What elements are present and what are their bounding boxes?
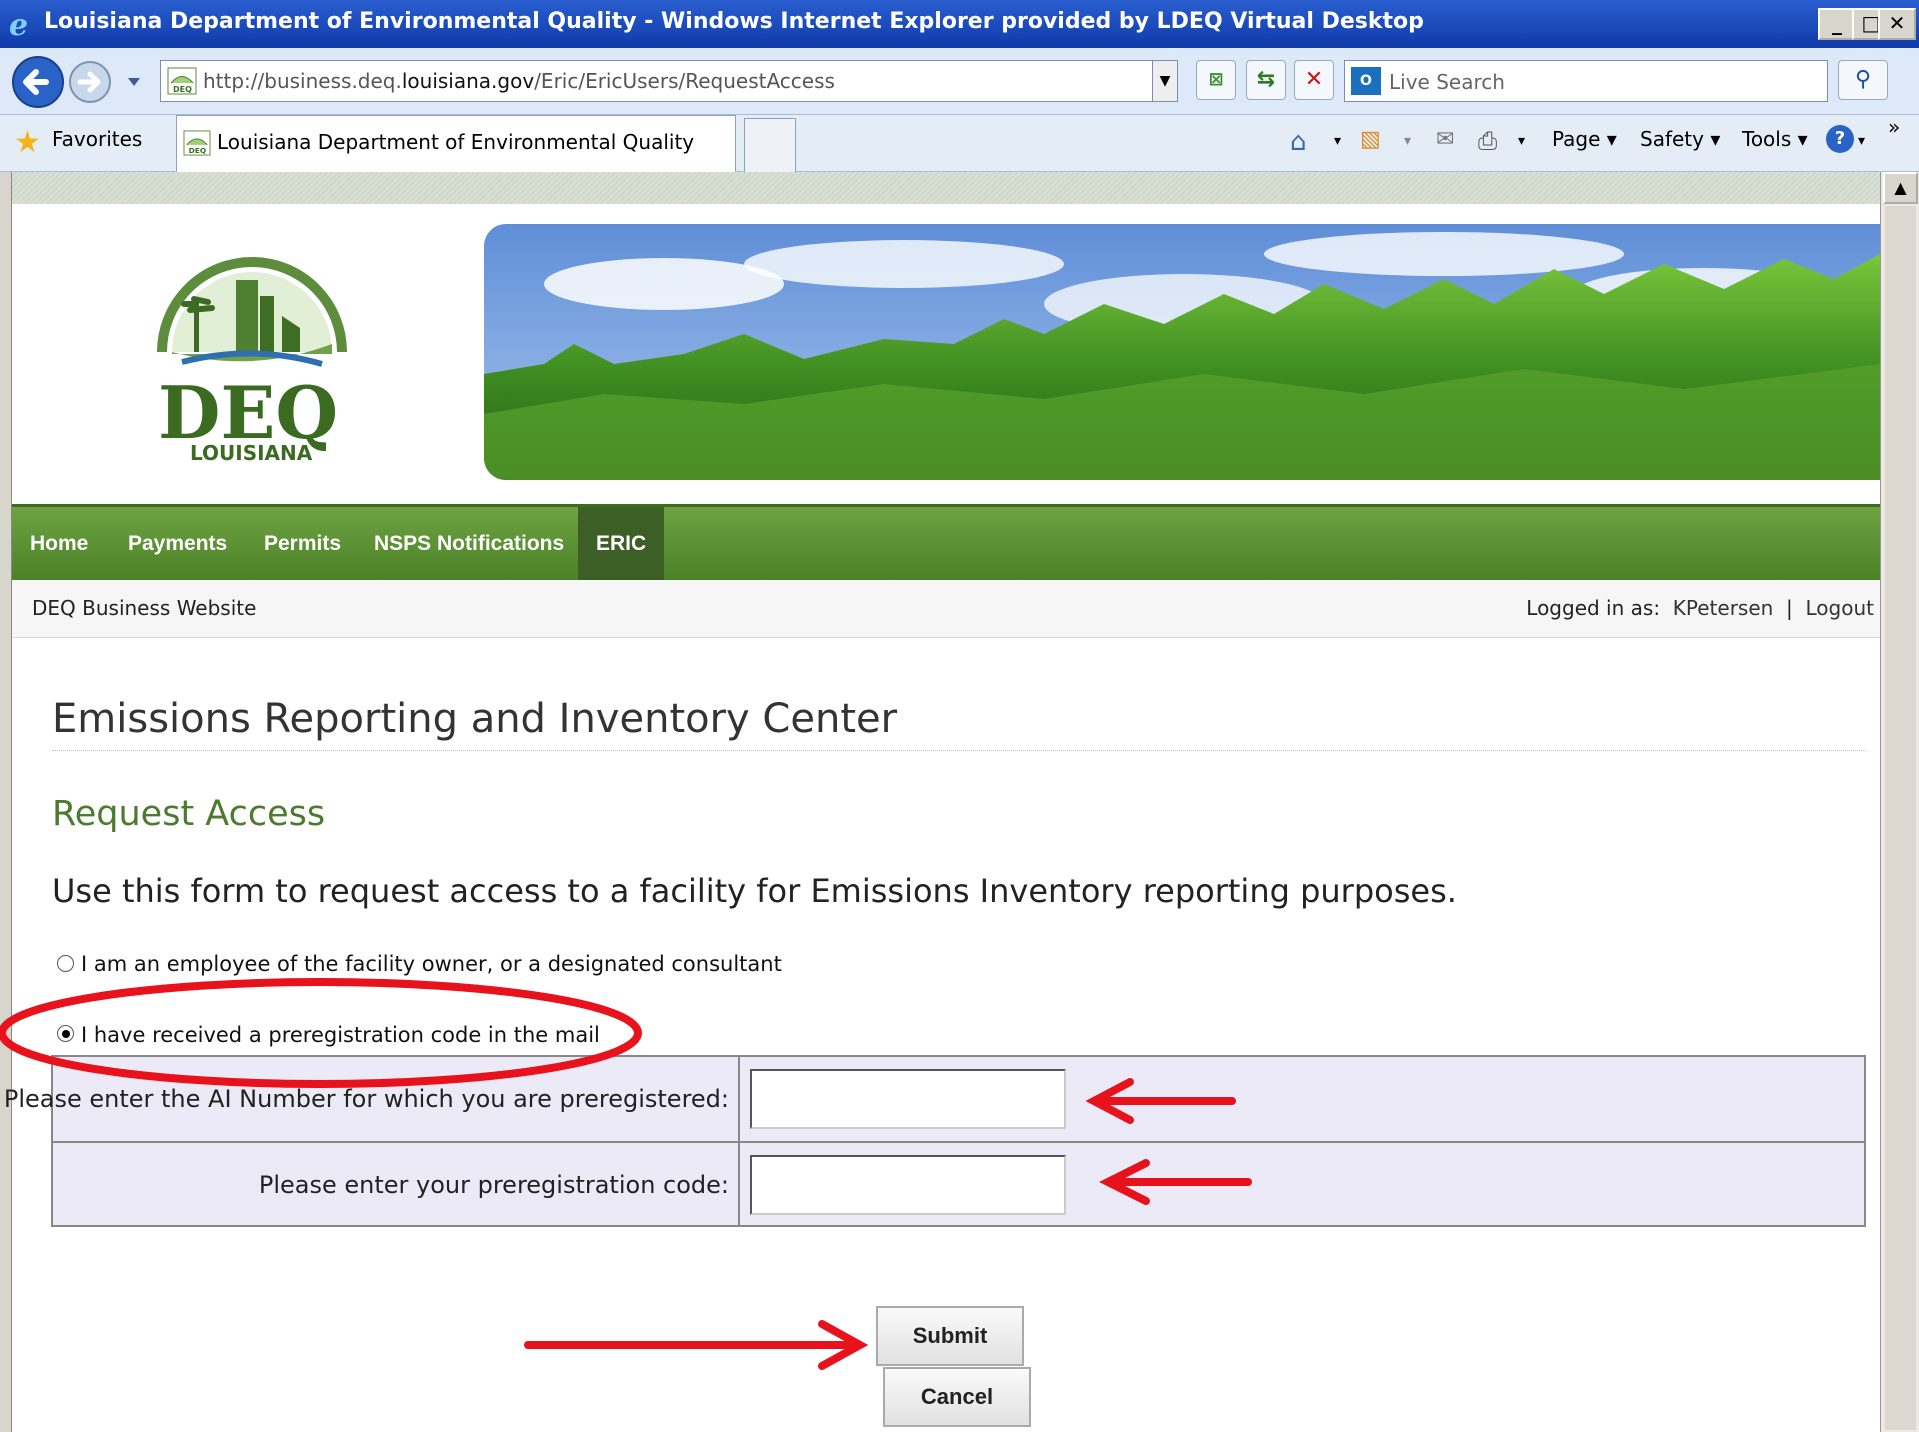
section-title: Request Access: [52, 794, 326, 834]
table-row-divider: [53, 1141, 1864, 1143]
vertical-scrollbar[interactable]: ▲: [1880, 172, 1919, 1432]
intro-text: Use this form to request access to a fac…: [52, 872, 1457, 910]
home-dropdown-icon[interactable]: ▾: [1334, 133, 1341, 149]
site-subheader: DEQ Business Website Logged in as: KPete…: [12, 580, 1880, 638]
scroll-up-arrow-icon[interactable]: ▲: [1883, 172, 1918, 204]
nav-home[interactable]: Home: [12, 507, 106, 580]
main-navigation: Home Payments Permits NSPS Notifications…: [12, 504, 1880, 580]
cancel-button[interactable]: Cancel: [883, 1367, 1031, 1427]
stop-icon[interactable]: ✕: [1294, 60, 1334, 100]
live-search-provider-icon: O: [1351, 67, 1381, 95]
browser-tab[interactable]: DEQ Louisiana Department of Environmenta…: [176, 115, 736, 172]
nav-nsps-notifications[interactable]: NSPS Notifications: [356, 507, 582, 580]
username-link[interactable]: KPetersen: [1673, 596, 1774, 620]
page-top-hatch: [12, 172, 1880, 204]
radio-employee-label[interactable]: I am an employee of the facility owner, …: [81, 952, 782, 976]
window-title: Louisiana Department of Environmental Qu…: [44, 9, 1424, 34]
browser-navigation-bar: DEQ http://business.deq.louisiana.gov/Er…: [0, 48, 1919, 115]
radio-preregistration-option[interactable]: [57, 1025, 74, 1042]
ai-number-label: Please enter the AI Number for which you…: [3, 1085, 729, 1113]
tab-favicon: DEQ: [183, 130, 211, 156]
ai-number-input[interactable]: [750, 1069, 1066, 1129]
favorites-button[interactable]: Favorites: [52, 127, 142, 151]
radio-employee-option[interactable]: [57, 955, 74, 972]
print-dropdown-icon[interactable]: ▾: [1518, 133, 1525, 149]
feeds-icon[interactable]: ▧: [1360, 127, 1381, 152]
site-favicon: DEQ: [167, 67, 197, 95]
deq-logo[interactable]: DEQ LOUISIANA: [142, 244, 362, 464]
logout-link[interactable]: Logout: [1806, 596, 1874, 620]
forest-banner-image: [484, 224, 1880, 480]
tab-title: Louisiana Department of Environmental Qu…: [217, 130, 695, 154]
submit-button[interactable]: Submit: [876, 1306, 1024, 1366]
help-dropdown-icon[interactable]: ▾: [1858, 133, 1865, 149]
svg-text:LOUISIANA: LOUISIANA: [190, 441, 313, 464]
safety-menu[interactable]: Safety ▾: [1640, 127, 1720, 151]
nav-eric[interactable]: ERIC: [578, 507, 665, 580]
address-bar[interactable]: DEQ http://business.deq.louisiana.gov/Er…: [160, 60, 1170, 102]
window-left-frame: [0, 172, 12, 1432]
window-title-bar: e Louisiana Department of Environmental …: [0, 0, 1919, 48]
back-button[interactable]: [12, 56, 64, 108]
print-icon[interactable]: ⎙: [1478, 127, 1497, 155]
address-text: http://business.deq.louisiana.gov/Eric/E…: [203, 69, 835, 93]
compatibility-view-icon[interactable]: ⊠: [1196, 60, 1236, 100]
search-placeholder: Live Search: [1389, 70, 1505, 94]
feeds-dropdown-icon[interactable]: ▾: [1404, 133, 1411, 149]
history-dropdown-icon[interactable]: [128, 78, 140, 86]
minimize-button[interactable]: _: [1818, 8, 1856, 40]
page-menu[interactable]: Page ▾: [1552, 127, 1617, 151]
radio-preregistration-label[interactable]: I have received a preregistration code i…: [81, 1023, 600, 1047]
scrollbar-track[interactable]: [1885, 206, 1916, 1430]
favorites-star-icon[interactable]: ★: [14, 125, 41, 160]
svg-text:e: e: [9, 8, 28, 40]
title-divider: [52, 750, 1866, 751]
search-box[interactable]: O Live Search: [1344, 60, 1828, 102]
svg-text:DEQ: DEQ: [189, 146, 207, 155]
login-status: Logged in as: KPetersen | Logout: [1526, 596, 1874, 620]
favorites-bar: ★ Favorites DEQ Louisiana Department of …: [0, 115, 1919, 172]
login-separator: |: [1786, 596, 1793, 620]
close-window-button[interactable]: ✕: [1878, 8, 1916, 40]
internet-explorer-icon: e: [9, 8, 28, 40]
tools-menu[interactable]: Tools ▾: [1742, 127, 1808, 151]
back-forward-buttons: [12, 56, 140, 108]
preregistration-code-input[interactable]: [750, 1155, 1066, 1215]
nav-permits[interactable]: Permits: [246, 507, 359, 580]
nav-payments[interactable]: Payments: [110, 507, 245, 580]
help-icon[interactable]: ?: [1826, 125, 1854, 153]
annotation-arrow-submit: [524, 1320, 869, 1370]
logged-in-label: Logged in as:: [1526, 596, 1661, 620]
site-name: DEQ Business Website: [32, 596, 257, 620]
read-mail-icon[interactable]: ✉: [1436, 127, 1454, 152]
svg-text:DEQ: DEQ: [173, 85, 192, 94]
home-icon[interactable]: ⌂: [1290, 127, 1307, 157]
page-title: Emissions Reporting and Inventory Center: [52, 696, 898, 742]
preregistration-code-label: Please enter your preregistration code:: [258, 1171, 729, 1199]
chevron-more-icon[interactable]: »: [1888, 115, 1900, 139]
refresh-icon[interactable]: ⇆: [1246, 60, 1286, 100]
forward-button[interactable]: [69, 61, 111, 103]
address-dropdown-icon[interactable]: ▼: [1152, 60, 1178, 102]
new-tab-button[interactable]: [744, 118, 796, 172]
preregistration-form-table: Please enter the AI Number for which you…: [4, 1055, 1866, 1227]
site-header: DEQ LOUISIANA: [12, 204, 1880, 504]
search-icon[interactable]: ⚲: [1838, 60, 1888, 100]
